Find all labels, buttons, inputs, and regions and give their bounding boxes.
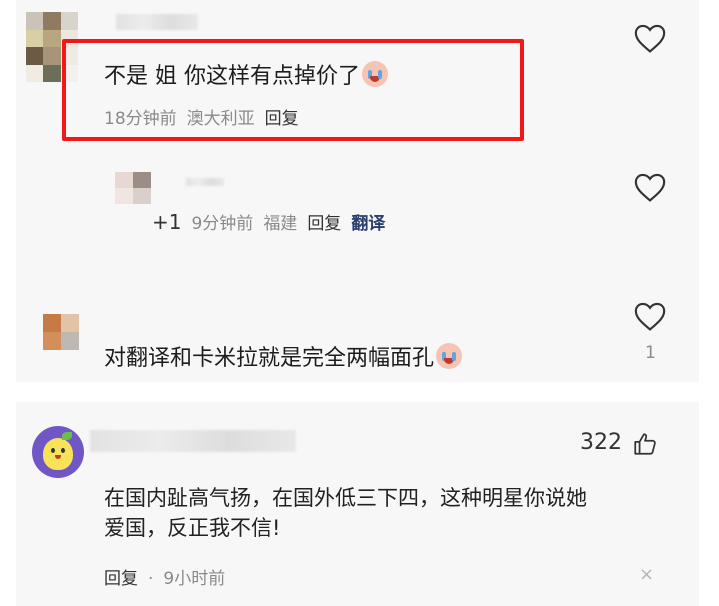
highlight-box: [62, 39, 524, 141]
like-count: 322: [580, 430, 622, 455]
thumbs-up-icon[interactable]: [632, 431, 658, 461]
avatar[interactable]: [32, 426, 84, 478]
comment-card: 322 在国内趾高气扬，在国外低三下四，这种明星你说她 爱国，反正我不信! 回复…: [16, 402, 699, 606]
comment-time: 9分钟前: [191, 214, 254, 234]
like-count: 1: [645, 343, 656, 363]
heart-icon[interactable]: [633, 300, 667, 332]
comment-text: +1: [152, 210, 182, 234]
crying-laugh-emoji-icon: [436, 343, 463, 369]
avatar[interactable]: [43, 314, 79, 350]
comment-text: 对翻译和卡米拉就是完全两幅面孔: [104, 340, 463, 372]
heart-icon[interactable]: [633, 171, 667, 203]
comment-meta: 回复 · 9小时前: [104, 564, 235, 589]
close-icon[interactable]: ×: [639, 564, 654, 585]
username-blurred: [116, 14, 198, 30]
username-blurred: [186, 178, 224, 186]
heart-icon[interactable]: [633, 22, 667, 54]
comment-meta: +1 9分钟前 福建 回复 翻译: [152, 209, 395, 234]
comment-text-line: 在国内趾高气扬，在国外低三下四，这种明星你说她: [104, 486, 587, 510]
comment-time: 9小时前: [163, 569, 226, 589]
separator-dot: ·: [148, 569, 154, 589]
username-blurred: [90, 430, 296, 452]
comment-location: 福建: [263, 214, 298, 234]
comment-text-line: 爱国，反正我不信!: [104, 516, 281, 540]
reply-button[interactable]: 回复: [104, 569, 138, 589]
translate-button[interactable]: 翻译: [351, 214, 385, 234]
avatar[interactable]: [115, 172, 151, 204]
reply-button[interactable]: 回复: [307, 214, 341, 234]
